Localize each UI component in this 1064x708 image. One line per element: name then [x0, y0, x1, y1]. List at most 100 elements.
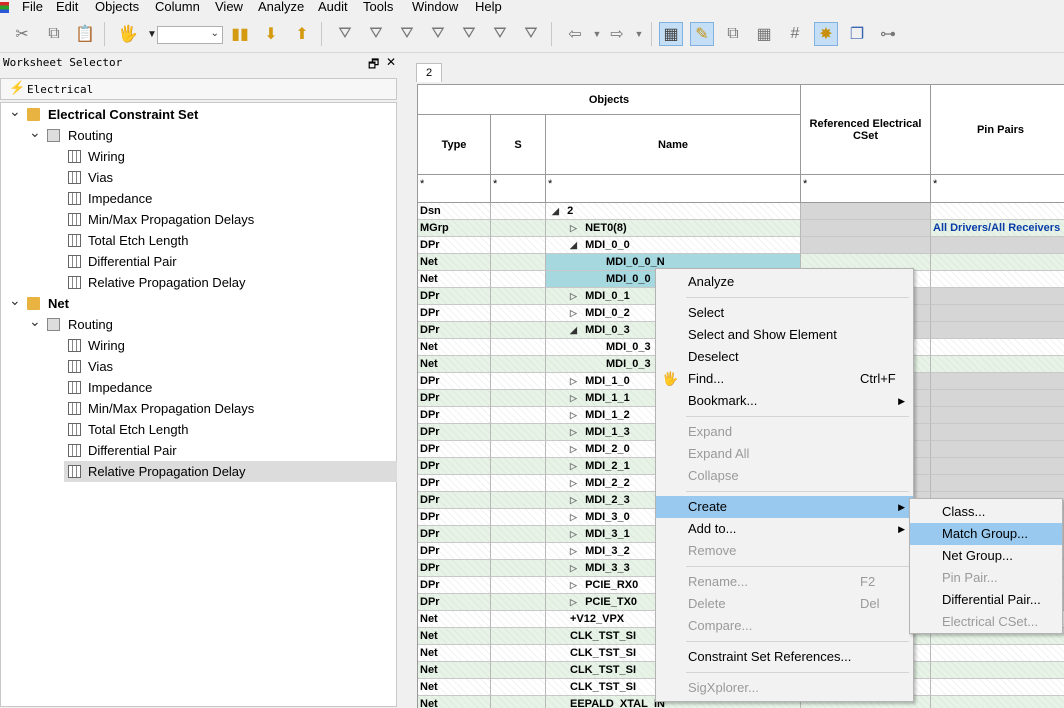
menu-audit[interactable]: Audit: [318, 0, 348, 14]
menu-item-analyze[interactable]: Analyze: [656, 271, 913, 293]
edit-constraint-icon[interactable]: ✎: [690, 22, 714, 46]
expand-triangle-icon[interactable]: ▷: [570, 441, 582, 457]
tree-item-net[interactable]: ⌄ Net: [1, 290, 397, 314]
tree-item-vias[interactable]: Vias: [64, 356, 397, 377]
tree-item-min-max-propagation-delays[interactable]: Min/Max Propagation Delays: [64, 398, 397, 419]
cell-pin-pairs[interactable]: [931, 254, 1064, 271]
column-header-name[interactable]: Name: [546, 115, 801, 175]
expand-triangle-icon[interactable]: ▷: [570, 594, 582, 610]
next-error-icon[interactable]: ⬇: [259, 22, 283, 46]
cell-pin-pairs[interactable]: [931, 356, 1064, 373]
chevron-down-icon[interactable]: ⌄: [29, 311, 41, 332]
menu-edit[interactable]: Edit: [56, 0, 78, 14]
tree-item-relative-propagation-delay[interactable]: Relative Propagation Delay: [64, 272, 397, 293]
cell-pin-pairs[interactable]: All Drivers/All Receivers: [931, 220, 1064, 237]
chevron-down-icon[interactable]: ⌄: [9, 290, 21, 311]
table-row[interactable]: DPr ◢ MDI_0_0: [418, 237, 1064, 254]
cell-pin-pairs[interactable]: [931, 696, 1064, 708]
collapse-triangle-icon[interactable]: ◢: [570, 237, 582, 253]
tree-item-routing[interactable]: ⌄ Routing: [1, 311, 397, 335]
expand-triangle-icon[interactable]: ▷: [570, 475, 582, 491]
menu-window[interactable]: Window: [412, 0, 458, 14]
worksheet-view-icon[interactable]: ▦: [659, 22, 683, 46]
cut-icon[interactable]: ✂: [10, 22, 34, 46]
column-header-referenced-cset[interactable]: Referenced Electrical CSet: [801, 85, 931, 175]
connect-icon[interactable]: ⊶: [876, 22, 900, 46]
expand-triangle-icon[interactable]: ▷: [570, 492, 582, 508]
expand-triangle-icon[interactable]: ▷: [570, 407, 582, 423]
filter-all-icon[interactable]: ⛛: [457, 22, 481, 46]
tree-item-relative-propagation-delay[interactable]: Relative Propagation Delay: [64, 461, 397, 482]
bar-chart-icon[interactable]: ▮▮: [228, 22, 252, 46]
cell-referenced-cset[interactable]: [801, 220, 931, 237]
cell-pin-pairs[interactable]: [931, 475, 1064, 492]
menu-item-net-group[interactable]: Net Group...: [910, 545, 1062, 567]
highlight-icon[interactable]: ✸: [814, 22, 838, 46]
menu-item-create[interactable]: Create ▶: [656, 496, 913, 518]
menu-item-class[interactable]: Class...: [910, 501, 1062, 523]
tree-item-differential-pair[interactable]: Differential Pair: [64, 440, 397, 461]
tree-item-differential-pair[interactable]: Differential Pair: [64, 251, 397, 272]
cell-pin-pairs[interactable]: [931, 271, 1064, 288]
menu-column[interactable]: Column: [155, 0, 200, 14]
hierarchy-icon[interactable]: ⧉: [721, 22, 745, 46]
electrical-tab[interactable]: ⚡ Electrical: [0, 78, 397, 100]
filter-table-icon[interactable]: ⛛: [519, 22, 543, 46]
filter-s[interactable]: *: [491, 175, 546, 203]
filter-combo[interactable]: ⌄: [157, 26, 223, 44]
tree-item-wiring[interactable]: Wiring: [64, 335, 397, 356]
filter-grid-icon[interactable]: ⛛: [488, 22, 512, 46]
menu-help[interactable]: Help: [475, 0, 502, 14]
filter-pinpairs[interactable]: *: [931, 175, 1064, 203]
cell-pin-pairs[interactable]: [931, 237, 1064, 254]
table-icon[interactable]: ▦: [752, 22, 776, 46]
cell-pin-pairs[interactable]: [931, 407, 1064, 424]
chevron-down-icon[interactable]: ⌄: [9, 101, 21, 122]
forward-dropdown-icon[interactable]: ▼: [627, 22, 651, 46]
expand-triangle-icon[interactable]: ▷: [570, 526, 582, 542]
cell-pin-pairs[interactable]: [931, 662, 1064, 679]
forward-icon[interactable]: ⇨: [605, 22, 629, 46]
cell-referenced-cset[interactable]: [801, 203, 931, 220]
menu-item-differential-pair[interactable]: Differential Pair...: [910, 589, 1062, 611]
filter-clear-icon[interactable]: ⛛: [364, 22, 388, 46]
expand-triangle-icon[interactable]: ▷: [570, 424, 582, 440]
menu-view[interactable]: View: [215, 0, 243, 14]
cell-pin-pairs[interactable]: [931, 645, 1064, 662]
tree-item-vias[interactable]: Vias: [64, 167, 397, 188]
cell-name[interactable]: ◢ MDI_0_0: [546, 237, 801, 254]
filter-ref[interactable]: *: [801, 175, 931, 203]
tree-item-impedance[interactable]: Impedance: [64, 188, 397, 209]
menu-file[interactable]: File: [22, 0, 43, 14]
menu-analyze[interactable]: Analyze: [258, 0, 304, 14]
chevron-down-icon[interactable]: ⌄: [29, 122, 41, 143]
cell-name[interactable]: ▷ NET0(8): [546, 220, 801, 237]
menu-item-bookmark[interactable]: Bookmark... ▶: [656, 390, 913, 412]
cell-pin-pairs[interactable]: [931, 441, 1064, 458]
paste-icon[interactable]: 📋: [73, 22, 97, 46]
column-header-type[interactable]: Type: [418, 115, 491, 175]
tree-item-impedance[interactable]: Impedance: [64, 377, 397, 398]
collapse-triangle-icon[interactable]: ◢: [552, 203, 564, 219]
column-header-pin-pairs[interactable]: Pin Pairs: [931, 85, 1064, 175]
cell-pin-pairs[interactable]: [931, 458, 1064, 475]
cell-name[interactable]: ◢ 2: [546, 203, 801, 220]
menu-item-constraint-set-references[interactable]: Constraint Set References...: [656, 646, 913, 668]
menu-item-deselect[interactable]: Deselect: [656, 346, 913, 368]
expand-triangle-icon[interactable]: ▷: [570, 509, 582, 525]
cell-pin-pairs[interactable]: [931, 305, 1064, 322]
menu-item-select-and-show-element[interactable]: Select and Show Element: [656, 324, 913, 346]
cell-pin-pairs[interactable]: [931, 373, 1064, 390]
cell-referenced-cset[interactable]: [801, 237, 931, 254]
filter-icon[interactable]: ⛛: [333, 22, 357, 46]
copy-icon[interactable]: ⧉: [42, 22, 66, 46]
expand-triangle-icon[interactable]: ▷: [570, 390, 582, 406]
cell-pin-pairs[interactable]: [931, 322, 1064, 339]
cell-pin-pairs[interactable]: [931, 339, 1064, 356]
expand-triangle-icon[interactable]: ▷: [570, 458, 582, 474]
restore-icon[interactable]: 🗗: [368, 55, 379, 76]
filter-name[interactable]: *: [546, 175, 801, 203]
tree-item-electrical-constraint-set[interactable]: ⌄ Electrical Constraint Set: [1, 101, 397, 125]
table-row[interactable]: MGrp ▷ NET0(8) All Drivers/All Receivers: [418, 220, 1064, 237]
expand-triangle-icon[interactable]: ▷: [570, 577, 582, 593]
